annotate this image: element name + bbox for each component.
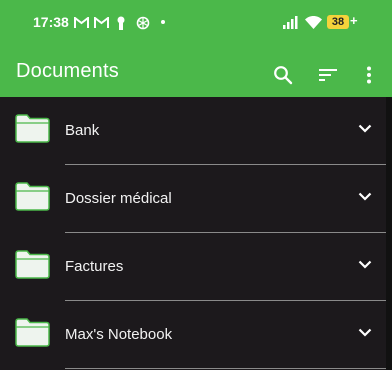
folder-row-bank[interactable]: Bank [0,97,392,165]
keyhole-icon [116,15,126,30]
folder-label: Bank [65,122,100,139]
battery-icon: 38 [327,15,349,29]
status-bar: 17:38 38 + [0,0,392,46]
signal-icon [283,15,299,30]
folder-icon [15,182,50,211]
folder-icon [15,318,50,347]
gmail-icon [74,15,89,30]
wifi-icon [305,15,322,30]
chevron-down-icon[interactable] [358,192,372,201]
gmail-icon [94,15,109,30]
folder-icon [15,250,50,279]
folder-label: Max's Notebook [65,326,173,343]
folder-list: Bank Dossier médical Factures Max's Note… [0,97,392,369]
folder-label: Factures [65,258,124,275]
sort-icon [319,69,337,81]
folder-row-maxs-notebook[interactable]: Max's Notebook [0,301,392,369]
chevron-down-icon[interactable] [358,124,372,133]
chevron-down-icon[interactable] [358,328,372,337]
folder-label: Dossier médical [65,190,172,207]
page-title: Documents [16,60,119,82]
search-icon [274,66,293,85]
dot-icon [161,20,165,24]
sort-button[interactable] [316,63,340,87]
more-options-button[interactable] [357,63,381,87]
battery-charging-icon: + [350,13,358,28]
scrollbar-track [386,97,392,370]
search-button[interactable] [271,63,295,87]
folder-icon [15,114,50,143]
more-vert-icon [367,66,371,84]
folder-row-dossier-medical[interactable]: Dossier médical [0,165,392,233]
status-time: 17:38 [33,14,69,30]
chevron-down-icon[interactable] [358,260,372,269]
divider [65,368,386,369]
app-bar: 17:38 38 + Documents [0,0,392,97]
openai-icon [136,15,150,30]
folder-row-factures[interactable]: Factures [0,233,392,301]
